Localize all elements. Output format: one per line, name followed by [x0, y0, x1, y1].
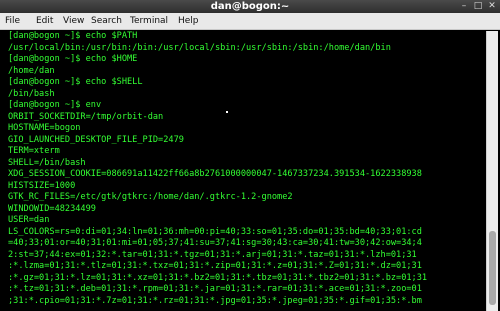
menu-bar: File Edit View Search Terminal Help: [0, 13, 500, 30]
menu-help[interactable]: Help: [178, 13, 199, 30]
terminal-line: HISTSIZE=1000: [8, 180, 76, 191]
terminal-line: HOSTNAME=bogon: [8, 123, 81, 133]
minimize-icon[interactable]: –: [458, 1, 470, 12]
vertical-scrollbar[interactable]: [486, 31, 498, 311]
menu-view[interactable]: View: [63, 13, 84, 30]
terminal-line: XDG_SESSION_COOKIE=086691a11422ff66a8b27…: [8, 169, 422, 179]
terminal-line: GIO_LAUNCHED_DESKTOP_FILE_PID=2479: [8, 134, 184, 145]
terminal-line: USER=dan: [8, 215, 50, 225]
menu-terminal[interactable]: Terminal: [130, 13, 168, 30]
terminal-line: 2:st=37;44:ex=01;32:*.tar=01;31:*.tgz=01…: [8, 249, 417, 260]
menu-edit[interactable]: Edit: [36, 13, 53, 30]
terminal-line: :*.lzma=01;31:*.tlz=01;31:*.txz=01;31:*.…: [8, 261, 422, 271]
close-icon[interactable]: ✕: [486, 1, 498, 12]
terminal-line: :*.gz=01;31:*.lz=01;31:*.xz=01;31:*.bz2=…: [8, 272, 428, 283]
terminal-line: [dan@bogon ~]$ echo $HOME: [8, 54, 138, 64]
terminal-line: /bin/bash: [8, 88, 55, 99]
title-bar[interactable]: dan@bogon:~ – □ ✕: [0, 0, 500, 13]
menu-search[interactable]: Search: [91, 13, 122, 30]
terminal-line: [dan@bogon ~]$ env: [8, 100, 102, 110]
terminal-output[interactable]: [dan@bogon ~]$ echo $PATH /usr/local/bin…: [8, 31, 484, 311]
menu-file[interactable]: File: [5, 13, 20, 30]
window-title: dan@bogon:~: [210, 1, 290, 12]
terminal-line: WINDOWID=48234499: [8, 203, 96, 214]
terminal-line: :*.tz=01;31:*.deb=01;31:*.rpm=01;31:*.ja…: [8, 284, 422, 294]
terminal-line: ;31:*.cpio=01;31:*.7z=01;31:*.rz=01;31:*…: [8, 295, 422, 306]
terminal-line: [dan@bogon ~]$ echo $SHELL: [8, 77, 143, 87]
terminal-line: ORBIT_SOCKETDIR=/tmp/orbit-dan: [8, 111, 164, 122]
mouse-pointer-dot: [226, 111, 228, 113]
terminal-line: =40;33;01:or=40;31;01:mi=01;05;37;41:su=…: [8, 238, 422, 248]
maximize-icon[interactable]: □: [472, 1, 484, 12]
terminal-window: dan@bogon:~ – □ ✕ File Edit View Search …: [0, 0, 500, 311]
terminal-line: [dan@bogon ~]$ echo $PATH: [8, 31, 138, 41]
terminal-line: /home/dan: [8, 65, 55, 76]
terminal-line: TERM=xterm: [8, 146, 60, 156]
scrollbar-thumb[interactable]: [489, 231, 496, 305]
terminal-line: SHELL=/bin/bash: [8, 157, 86, 168]
terminal-line: LS_COLORS=rs=0:di=01;34:ln=01;36:mh=00:p…: [8, 226, 422, 237]
terminal-line: GTK_RC_FILES=/etc/gtk/gtkrc:/home/dan/.g…: [8, 192, 293, 202]
terminal-line: /usr/local/bin:/usr/bin:/bin:/usr/local/…: [8, 42, 391, 53]
